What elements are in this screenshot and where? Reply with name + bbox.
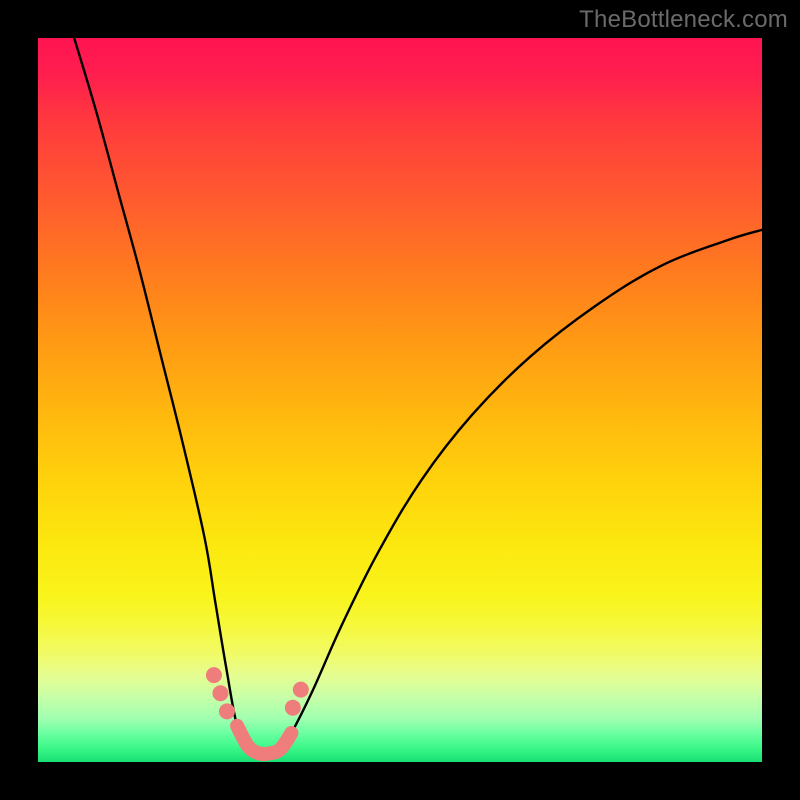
accent-dot-left — [212, 685, 228, 701]
accent-dot-left — [206, 667, 222, 683]
watermark-label: TheBottleneck.com — [579, 6, 788, 34]
plot-area — [38, 38, 762, 762]
accent-dot-right — [285, 700, 301, 716]
valley-accent-stroke — [237, 726, 291, 754]
accent-dot-left — [219, 703, 235, 719]
bottleneck-curve — [74, 38, 762, 754]
curve-layer — [38, 38, 762, 762]
outer-frame: TheBottleneck.com — [0, 0, 800, 800]
accent-dot-right — [293, 682, 309, 698]
